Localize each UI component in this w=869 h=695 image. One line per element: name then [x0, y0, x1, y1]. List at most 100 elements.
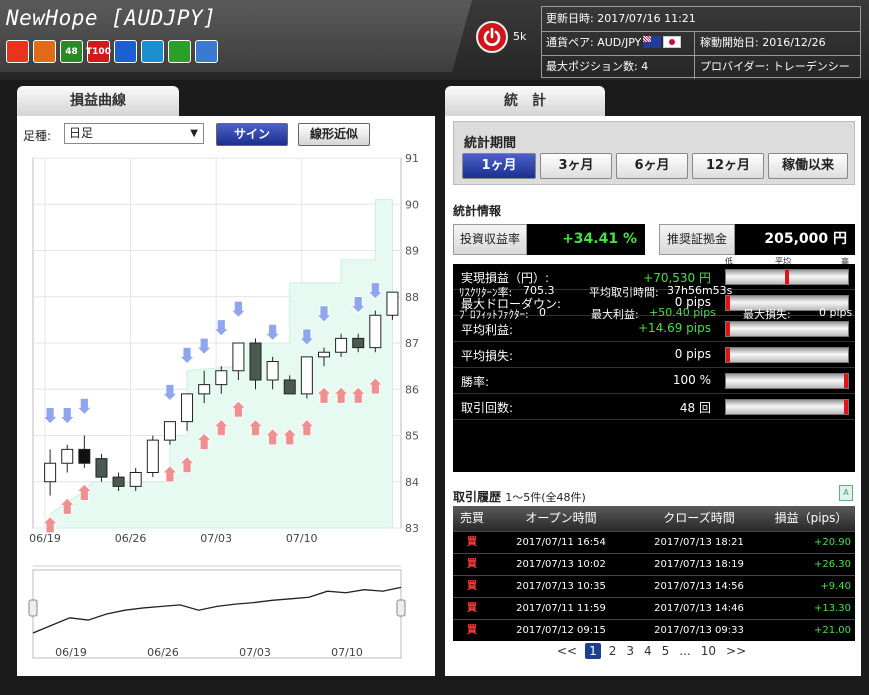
- cell-open: 2017/07/13 10:02: [516, 559, 606, 570]
- candle: [352, 337, 365, 349]
- metric-value: 0 pips: [674, 347, 711, 361]
- smile-icon[interactable]: [6, 40, 29, 63]
- x-tick-label: 06/26: [115, 532, 147, 545]
- navigator-handle[interactable]: [396, 599, 406, 617]
- history-count: 1～5件(全48件): [505, 491, 586, 504]
- table-row[interactable]: 買 2017/07/11 16:54 2017/07/13 18:21 +20.90: [453, 531, 855, 553]
- period-select[interactable]: 日足 ▼: [64, 123, 204, 144]
- cross-arrows-icon[interactable]: [114, 40, 137, 63]
- candlestick-chart: 83 84 85 86 87 88 89 90 91 06/19 06/26 07/03 07/10 06…: [28, 152, 419, 659]
- y-tick-label: 83: [405, 522, 419, 535]
- page-link[interactable]: 4: [642, 644, 654, 658]
- table-row[interactable]: 買 2017/07/11 11:59 2017/07/13 14:46 +13.30: [453, 597, 855, 619]
- 48-badge[interactable]: 48: [60, 40, 83, 63]
- tab-profit-curve[interactable]: 損益曲線: [17, 86, 179, 116]
- cell-pnl: +26.30: [813, 559, 851, 570]
- navigator-handle[interactable]: [28, 599, 38, 617]
- rocket-icon[interactable]: [33, 40, 56, 63]
- avg-hold-label: 平均取引時間:: [589, 286, 659, 299]
- clover-icon[interactable]: [168, 40, 191, 63]
- candle: [283, 379, 296, 395]
- period-button-1m[interactable]: 1ヶ月: [462, 153, 536, 179]
- cell-close: 2017/07/13 18:21: [654, 537, 744, 548]
- candle: [198, 384, 211, 395]
- cell-pnl: +21.00: [813, 625, 851, 636]
- max-profit-value: +50.40 pips: [649, 306, 716, 319]
- margin-value: 205,000 円: [735, 224, 855, 255]
- candle: [369, 314, 382, 349]
- avg-hold-value: 37h56m53s: [667, 284, 733, 297]
- stats-info-heading: 統計情報: [453, 204, 502, 218]
- candle: [61, 448, 74, 464]
- cell-close: 2017/07/13 14:46: [654, 603, 744, 614]
- x-tick-label: 06/19: [29, 532, 61, 545]
- t100-badge[interactable]: T100: [86, 40, 111, 63]
- y-tick-label: 90: [405, 198, 419, 211]
- candle: [249, 342, 262, 381]
- y-tick-label: 89: [405, 245, 419, 258]
- candle: [146, 439, 159, 473]
- gauge-marker: [844, 374, 848, 388]
- x-tick-label: 07/10: [286, 532, 318, 545]
- candle: [335, 337, 348, 353]
- gauge-marker: [785, 270, 789, 284]
- page-link[interactable]: 5: [660, 644, 672, 658]
- candle: [215, 370, 228, 386]
- chevron-down-icon: ▼: [190, 128, 198, 139]
- cell-close: 2017/07/13 18:19: [654, 559, 744, 570]
- pf-label: ﾌﾟﾛﾌｨｯﾄﾌｧｸﾀｰ:: [459, 308, 529, 321]
- candle: [232, 342, 245, 372]
- cell-close: 2017/07/13 14:56: [654, 581, 744, 592]
- cell-open: 2017/07/13 10:35: [516, 581, 606, 592]
- table-row[interactable]: 買 2017/07/13 10:02 2017/07/13 18:19 +26.30: [453, 553, 855, 575]
- target-icon[interactable]: [195, 40, 218, 63]
- metric-label: 取引回数:: [461, 401, 514, 415]
- period-button-all[interactable]: 稼働以来: [768, 153, 848, 179]
- table-row[interactable]: 買 2017/07/12 09:15 2017/07/13 09:33 +21.00: [453, 619, 855, 641]
- y-tick-label: 87: [405, 337, 419, 350]
- navigator-tick-label: 06/19: [55, 646, 87, 659]
- stats-period-box: 統計期間 1ヶ月 3ヶ月 6ヶ月 12ヶ月 稼働以来: [453, 121, 855, 185]
- page-link[interactable]: <<: [555, 644, 579, 658]
- currency-pair: 通貨ペア: AUD/JPY: [542, 31, 682, 55]
- stairs-up-icon[interactable]: [141, 40, 164, 63]
- metric-gauge: [725, 399, 849, 415]
- metric-label: 平均利益:: [461, 323, 514, 337]
- trade-history-table: 売買 オープン時間 クローズ時間 損益（pips） 買 2017/07/11 16…: [453, 506, 855, 641]
- period-button-6m[interactable]: 6ヶ月: [616, 153, 688, 179]
- history-heading: 取引履歴 1～5件(全48件): [453, 490, 586, 504]
- y-tick-label: 86: [405, 383, 419, 396]
- page-link[interactable]: 2: [607, 644, 619, 658]
- gauge-marker: [726, 322, 730, 336]
- y-tick-label: 84: [405, 476, 419, 489]
- sign-button[interactable]: サイン: [216, 123, 288, 146]
- candle: [317, 351, 330, 358]
- period-button-3m[interactable]: 3ヶ月: [540, 153, 612, 179]
- page-link: ...: [679, 644, 691, 658]
- strategy-info-table: 更新日時: 2017/07/16 11:21 通貨ペア: AUD/JPY 稼動開…: [541, 6, 861, 79]
- statistics-panel: 統計期間 1ヶ月 3ヶ月 6ヶ月 12ヶ月 稼働以来 統計情報 投資収益率 +3…: [445, 116, 861, 676]
- export-csv-icon[interactable]: A: [839, 485, 853, 501]
- page-link[interactable]: 3: [624, 644, 636, 658]
- page-link[interactable]: 10: [699, 644, 718, 658]
- y-tick-label: 91: [405, 152, 419, 165]
- cell-pnl: +13.30: [813, 603, 851, 614]
- tab-statistics[interactable]: 統 計: [445, 86, 605, 116]
- candle: [129, 472, 142, 487]
- candle: [44, 462, 57, 483]
- page-link[interactable]: 1: [585, 643, 601, 659]
- metric-value: 48 回: [679, 401, 711, 415]
- flag-jp-icon: [663, 36, 682, 48]
- metric-gauge: [725, 347, 849, 363]
- period-button-12m[interactable]: 12ヶ月: [692, 153, 764, 179]
- cell-side: 買: [467, 581, 477, 592]
- candle: [386, 291, 399, 316]
- cell-side: 買: [467, 537, 477, 548]
- table-row[interactable]: 買 2017/07/13 10:35 2017/07/13 14:56 +9.40: [453, 575, 855, 597]
- navigator: [32, 569, 402, 659]
- page-link[interactable]: >>: [724, 644, 748, 658]
- metric-value: 100 %: [672, 373, 711, 387]
- max-positions: 最大ポジション数: 4: [546, 60, 649, 73]
- power-icon[interactable]: [476, 21, 508, 53]
- linear-fit-button[interactable]: 線形近似: [298, 123, 370, 146]
